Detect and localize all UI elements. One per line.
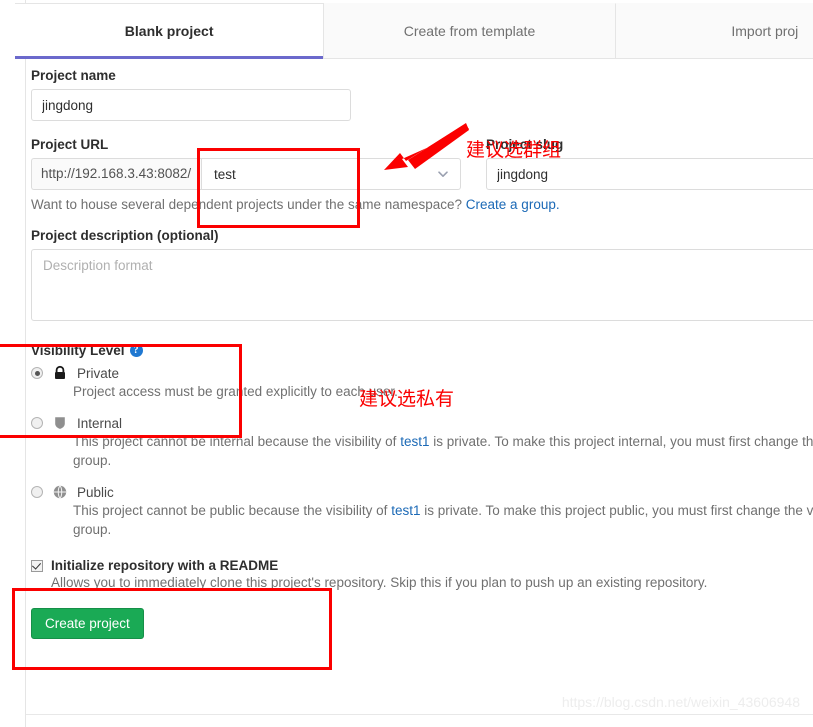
project-slug-input[interactable]: [486, 158, 813, 190]
lock-icon: [52, 365, 68, 381]
page-left-rule: [25, 0, 26, 727]
radio-internal[interactable]: [31, 417, 43, 429]
visibility-level-title: Visibility Level: [31, 343, 125, 358]
chevron-down-icon: [437, 168, 449, 180]
project-slug-label: Project slug: [486, 137, 564, 152]
project-type-tabs: Blank project Create from template Impor…: [15, 3, 813, 59]
visibility-internal-desc-post: is private. To make this project interna…: [433, 434, 813, 449]
tab-create-from-template-label: Create from template: [403, 23, 536, 39]
visibility-public-description: This project cannot be public because th…: [73, 501, 813, 539]
radio-private[interactable]: [31, 367, 43, 379]
readme-checkbox[interactable]: [31, 559, 43, 572]
visibility-internal-group-link[interactable]: test1: [400, 434, 429, 449]
create-a-group-link[interactable]: Create a group.: [466, 197, 560, 212]
help-icon[interactable]: ?: [129, 344, 143, 357]
new-project-form: Project name Project URL http://192.168.…: [31, 68, 813, 639]
footer-rule: [26, 714, 813, 715]
visibility-option-private[interactable]: Private Project access must be granted e…: [31, 365, 813, 401]
namespace-select-value: test: [214, 166, 236, 182]
tab-blank-project[interactable]: Blank project: [15, 3, 325, 59]
radio-public[interactable]: [31, 486, 43, 498]
namespace-helper-text: Want to house several dependent projects…: [31, 197, 813, 212]
visibility-option-public[interactable]: Public This project cannot be public bec…: [31, 484, 813, 539]
project-name-input[interactable]: [31, 89, 351, 121]
visibility-level-label: Visibility Level ?: [31, 343, 813, 358]
namespace-helper-label: Want to house several dependent projects…: [31, 197, 466, 212]
tab-create-from-template[interactable]: Create from template: [324, 3, 616, 58]
create-project-button[interactable]: Create project: [31, 608, 144, 639]
project-create-page: Blank project Create from template Impor…: [0, 0, 813, 727]
visibility-public-name: Public: [77, 484, 114, 500]
project-description-textarea[interactable]: [31, 249, 813, 321]
tab-import-project-label: Import proj: [731, 23, 799, 39]
readme-label: Initialize repository with a README: [51, 558, 279, 573]
tab-import-project[interactable]: Import proj: [615, 3, 813, 58]
namespace-select[interactable]: test: [201, 158, 461, 190]
visibility-option-internal[interactable]: Internal This project cannot be internal…: [31, 415, 813, 470]
visibility-internal-description: This project cannot be internal because …: [73, 432, 813, 470]
project-url-prefix: http://192.168.3.43:8082/: [31, 158, 201, 190]
project-url-label: Project URL: [31, 137, 109, 152]
visibility-internal-desc-pre: This project cannot be internal because …: [73, 434, 401, 449]
project-description-label: Project description (optional): [31, 228, 219, 243]
visibility-public-desc-pre: This project cannot be public because th…: [73, 503, 392, 518]
visibility-private-name: Private: [77, 365, 120, 381]
shield-icon: [52, 415, 68, 431]
project-url-group: http://192.168.3.43:8082/ test: [31, 158, 461, 190]
visibility-public-group-link[interactable]: test1: [391, 503, 420, 518]
visibility-internal-name: Internal: [77, 415, 123, 431]
watermark-text: https://blog.csdn.net/weixin_43606948: [561, 694, 800, 710]
visibility-public-desc-post: is private. To make this project public,…: [424, 503, 813, 518]
globe-icon: [52, 484, 68, 500]
readme-checkbox-row[interactable]: Initialize repository with a README: [31, 558, 813, 573]
readme-description: Allows you to immediately clone this pro…: [51, 575, 708, 590]
tab-blank-project-label: Blank project: [124, 23, 214, 39]
project-name-label: Project name: [31, 68, 116, 83]
visibility-private-description: Project access must be granted explicitl…: [73, 384, 398, 399]
